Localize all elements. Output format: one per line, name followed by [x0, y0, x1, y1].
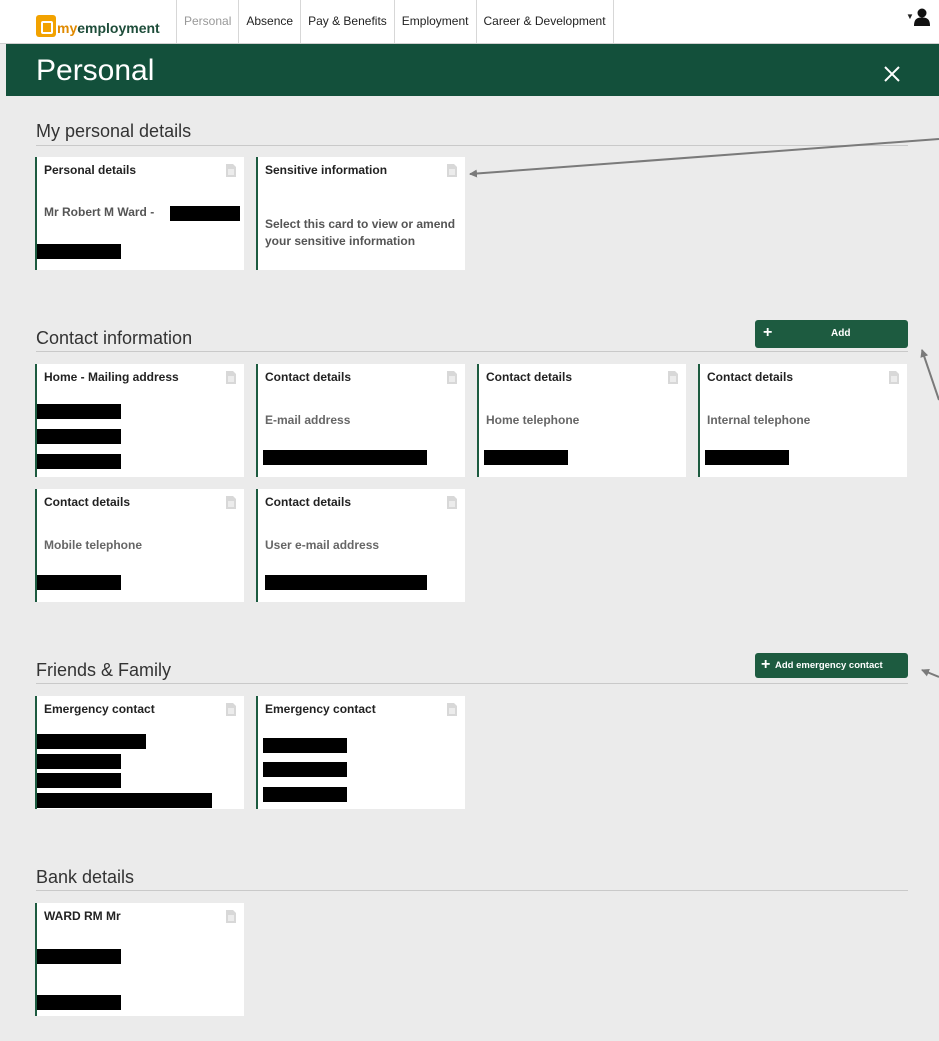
card-contact-user-email[interactable]: Contact details User e-mail address	[256, 489, 465, 602]
card-label: Internal telephone	[707, 413, 811, 427]
redacted-block	[37, 429, 121, 444]
card-emergency-contact[interactable]: Emergency contact	[256, 696, 465, 809]
document-icon	[447, 496, 457, 509]
redacted-block	[263, 762, 347, 777]
card-description-line1: Select this card to view or amend	[265, 217, 456, 231]
card-label: E-mail address	[265, 413, 351, 427]
page-title: Personal	[36, 54, 155, 87]
card-label: Mobile telephone	[44, 538, 143, 552]
card-label: User e-mail address	[265, 538, 380, 552]
card-title: Emergency contact	[44, 702, 155, 716]
myemployment-logo[interactable]: myemployment	[36, 7, 160, 37]
section-title-contact-information: Contact information	[36, 328, 193, 348]
redacted-block	[705, 450, 789, 465]
card-contact-email[interactable]: Contact details E-mail address	[256, 364, 465, 477]
plus-icon: +	[761, 656, 771, 673]
document-icon	[447, 164, 457, 177]
card-label: Home telephone	[486, 413, 580, 427]
tab-absence[interactable]: Absence	[238, 0, 300, 43]
card-personal-details[interactable]: Personal details Mr Robert M Ward -	[35, 157, 244, 270]
document-icon	[668, 371, 678, 384]
divider	[36, 683, 908, 684]
card-title: Emergency contact	[265, 702, 376, 716]
redacted-block	[263, 450, 427, 465]
main-tabs: Personal Absence Pay & Benefits Employme…	[176, 0, 614, 43]
redacted-block	[37, 454, 121, 469]
logo-text-rest: employment	[77, 20, 160, 36]
tab-career-development[interactable]: Career & Development	[475, 0, 614, 43]
close-icon[interactable]	[880, 62, 904, 86]
card-name-text: Mr Robert M Ward -	[44, 205, 155, 219]
section-title-friends-family: Friends & Family	[36, 660, 172, 680]
card-title: Home - Mailing address	[44, 370, 179, 384]
tab-pay-benefits[interactable]: Pay & Benefits	[300, 0, 394, 43]
annotation-arrow	[921, 668, 939, 678]
divider	[36, 890, 908, 891]
divider	[36, 145, 908, 146]
card-title: Contact details	[265, 495, 352, 509]
card-title: Contact details	[265, 370, 352, 384]
redacted-block	[37, 773, 121, 788]
tab-employment[interactable]: Employment	[393, 0, 476, 43]
user-icon	[914, 8, 930, 26]
card-title: Contact details	[486, 370, 573, 384]
divider	[36, 351, 908, 352]
redacted-block	[37, 793, 212, 808]
card-description-line2: your sensitive information	[265, 234, 416, 248]
card-title: Sensitive information	[265, 163, 388, 177]
redacted-block	[37, 575, 121, 590]
document-icon	[447, 703, 457, 716]
redacted-block	[263, 787, 347, 802]
page-header: Personal	[6, 44, 939, 96]
document-icon	[447, 371, 457, 384]
document-icon	[226, 371, 236, 384]
document-icon	[226, 703, 236, 716]
card-contact-mobile-telephone[interactable]: Contact details Mobile telephone	[35, 489, 244, 602]
redacted-block	[37, 949, 121, 964]
redacted-block	[484, 450, 568, 465]
redacted-block	[37, 244, 121, 259]
card-contact-internal-telephone[interactable]: Contact details Internal telephone	[698, 364, 907, 477]
caret-down-icon: ▼	[906, 12, 914, 21]
card-title: Contact details	[707, 370, 794, 384]
add-emergency-contact-label: Add emergency contact	[775, 660, 883, 671]
document-icon	[226, 910, 236, 923]
redacted-block	[263, 738, 347, 753]
top-navigation: myemployment Personal Absence Pay & Bene…	[0, 0, 939, 44]
briefcase-icon	[36, 15, 56, 37]
add-button-label: Add	[831, 328, 851, 339]
card-contact-home-telephone[interactable]: Contact details Home telephone	[477, 364, 686, 477]
logo-text-my: my	[57, 20, 78, 36]
card-sensitive-information[interactable]: Sensitive information Select this card t…	[256, 157, 465, 270]
document-icon	[889, 371, 899, 384]
card-title: Contact details	[44, 495, 131, 509]
card-title: Personal details	[44, 163, 137, 177]
redacted-block	[37, 404, 121, 419]
document-icon	[226, 496, 236, 509]
card-title: WARD RM Mr	[44, 909, 121, 923]
redacted-block	[37, 754, 121, 769]
redacted-block	[170, 206, 240, 221]
plus-icon: +	[763, 324, 773, 341]
section-title-bank-details: Bank details	[36, 867, 135, 887]
tab-personal[interactable]: Personal	[176, 0, 238, 43]
card-home-mailing-address[interactable]: Home - Mailing address	[35, 364, 244, 477]
redacted-block	[37, 734, 146, 749]
user-menu[interactable]: ▼	[906, 8, 932, 30]
card-bank-account[interactable]: WARD RM Mr	[35, 903, 244, 1016]
add-contact-button[interactable]: + Add	[755, 320, 908, 348]
section-title-personal-details: My personal details	[36, 121, 192, 141]
redacted-block	[265, 575, 427, 590]
redacted-block	[37, 995, 121, 1010]
document-icon	[226, 164, 236, 177]
card-emergency-contact[interactable]: Emergency contact	[35, 696, 244, 809]
add-emergency-contact-button[interactable]: + Add emergency contact	[755, 653, 908, 678]
annotation-arrow	[920, 349, 939, 401]
